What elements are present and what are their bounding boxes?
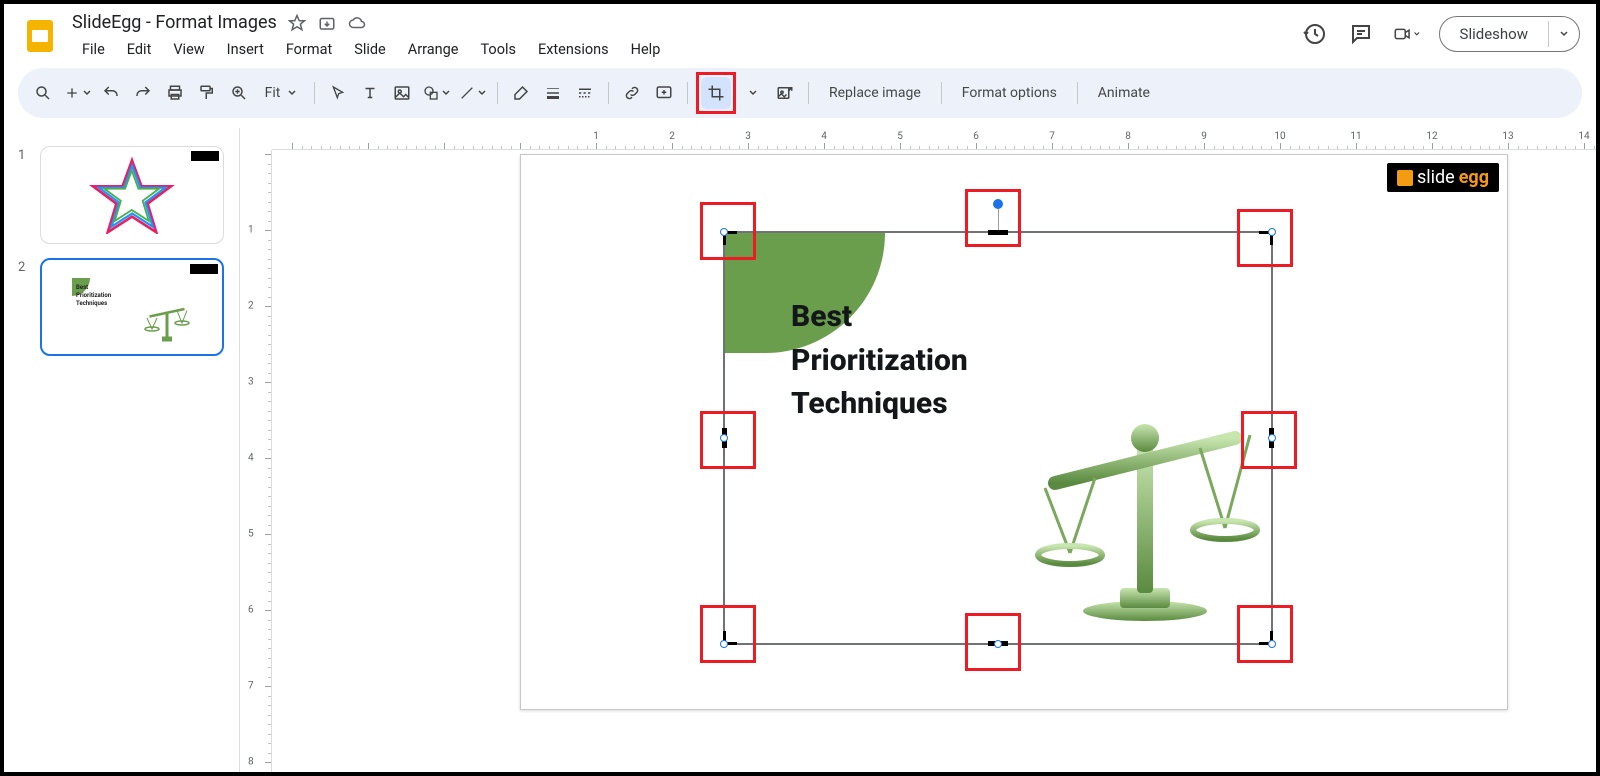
- border-color-icon[interactable]: [506, 77, 536, 109]
- red-annot-top: [965, 189, 1021, 247]
- menu-format[interactable]: Format: [276, 37, 342, 62]
- crop-highlight: [696, 72, 736, 114]
- scales-icon: [1025, 393, 1265, 623]
- thumbnail-panel[interactable]: 1 2 BestPrioritizationTechniques: [4, 128, 236, 772]
- red-annot-br: [1237, 605, 1293, 663]
- red-annot-tl: [700, 202, 756, 260]
- mini-logo: [190, 264, 218, 274]
- doc-title[interactable]: SlideEgg - Format Images: [72, 12, 277, 33]
- red-annot-bl: [700, 605, 756, 663]
- mini-star-icon: [87, 156, 177, 234]
- crop-selection[interactable]: Best Prioritization Techniques: [723, 231, 1273, 645]
- meet-icon[interactable]: [1393, 20, 1421, 48]
- separator: [941, 82, 942, 104]
- red-annot-right: [1241, 411, 1297, 469]
- slideshow-main[interactable]: Slideshow: [1440, 17, 1548, 51]
- thumb-num: 2: [18, 258, 32, 356]
- canvas-area: 1234567891011121314 12345678 slideegg: [244, 128, 1596, 772]
- separator: [497, 82, 498, 104]
- shape-icon[interactable]: [419, 77, 453, 109]
- app: SlideEgg - Format Images File Edit View …: [4, 4, 1596, 772]
- thumb-row-2: 2 BestPrioritizationTechniques: [18, 258, 224, 356]
- thumb-row-1: 1: [18, 146, 224, 244]
- zoom-icon[interactable]: [224, 77, 254, 109]
- paint-format-icon[interactable]: [192, 77, 222, 109]
- slideshow-button: Slideshow: [1439, 16, 1580, 52]
- thumb-num: 1: [18, 146, 32, 244]
- move-icon[interactable]: [317, 13, 337, 33]
- comment-icon[interactable]: [649, 77, 679, 109]
- star-icon[interactable]: [287, 13, 307, 33]
- textbox-icon[interactable]: [355, 77, 385, 109]
- main: 1 2 BestPrioritizationTechniques: [4, 128, 1596, 772]
- ruler-horizontal[interactable]: 1234567891011121314: [272, 128, 1596, 150]
- chat-icon[interactable]: [1347, 20, 1375, 48]
- red-annot-tr: [1237, 209, 1293, 267]
- mini-logo: [191, 151, 219, 161]
- menu-bar: File Edit View Insert Format Slide Arran…: [72, 37, 1289, 62]
- redo-icon[interactable]: [128, 77, 158, 109]
- splitter[interactable]: [236, 128, 244, 772]
- mask-dropdown-icon[interactable]: [738, 77, 768, 109]
- menu-help[interactable]: Help: [621, 37, 671, 62]
- slideegg-logo: slideegg: [1387, 163, 1499, 192]
- logo-text-egg: egg: [1459, 167, 1489, 188]
- ruler-vertical[interactable]: 12345678: [244, 150, 272, 772]
- red-annot-left: [700, 411, 756, 469]
- link-icon[interactable]: [617, 77, 647, 109]
- select-icon[interactable]: [323, 77, 353, 109]
- slideshow-dropdown[interactable]: [1548, 21, 1579, 47]
- separator: [314, 82, 315, 104]
- titlebar: SlideEgg - Format Images File Edit View …: [4, 4, 1596, 62]
- title-center: SlideEgg - Format Images File Edit View …: [72, 12, 1289, 62]
- mini-text: BestPrioritizationTechniques: [76, 284, 111, 307]
- separator: [1077, 82, 1078, 104]
- crop-icon[interactable]: [701, 77, 731, 109]
- animate-button[interactable]: Animate: [1086, 77, 1162, 109]
- line-icon[interactable]: [455, 77, 489, 109]
- mini-scales-icon: [142, 304, 192, 344]
- title-right: Slideshow: [1301, 12, 1580, 52]
- slide-viewport[interactable]: slideegg Best Prioritization Techniques: [272, 150, 1596, 772]
- toolbar: Fit Replace image Format options: [18, 68, 1582, 118]
- reset-image-icon[interactable]: [770, 77, 800, 109]
- menu-insert[interactable]: Insert: [217, 37, 274, 62]
- slide-thumb-1[interactable]: [40, 146, 224, 244]
- new-slide-button[interactable]: [60, 77, 94, 109]
- slides-logo[interactable]: [20, 12, 60, 60]
- toolbar-wrap: Fit Replace image Format options: [4, 62, 1596, 128]
- menu-file[interactable]: File: [72, 37, 115, 62]
- zoom-select[interactable]: Fit: [256, 77, 306, 109]
- menu-tools[interactable]: Tools: [470, 37, 526, 62]
- print-icon[interactable]: [160, 77, 190, 109]
- menu-edit[interactable]: Edit: [117, 37, 162, 62]
- heading-line-1: Best: [791, 295, 968, 339]
- menu-view[interactable]: View: [163, 37, 214, 62]
- slide-heading: Best Prioritization Techniques: [791, 295, 968, 426]
- menu-arrange[interactable]: Arrange: [398, 37, 469, 62]
- undo-icon[interactable]: [96, 77, 126, 109]
- heading-line-2: Prioritization: [791, 339, 968, 383]
- logo-square-icon: [1397, 170, 1413, 186]
- border-weight-icon[interactable]: [538, 77, 568, 109]
- cloud-icon[interactable]: [347, 13, 367, 33]
- slide-thumb-2[interactable]: BestPrioritizationTechniques: [40, 258, 224, 356]
- heading-line-3: Techniques: [791, 382, 968, 426]
- border-dash-icon[interactable]: [570, 77, 600, 109]
- zoom-value: Fit: [265, 85, 281, 101]
- image-icon[interactable]: [387, 77, 417, 109]
- menu-slide[interactable]: Slide: [344, 37, 396, 62]
- slide-canvas[interactable]: slideegg Best Prioritization Techniques: [520, 154, 1508, 710]
- menu-extensions[interactable]: Extensions: [528, 37, 619, 62]
- logo-text-slide: slide: [1417, 167, 1455, 188]
- search-menus-icon[interactable]: [28, 77, 58, 109]
- format-options-button[interactable]: Format options: [950, 77, 1069, 109]
- history-icon[interactable]: [1301, 20, 1329, 48]
- replace-image-button[interactable]: Replace image: [817, 77, 933, 109]
- crop-content: Best Prioritization Techniques: [725, 233, 1271, 643]
- separator: [808, 82, 809, 104]
- red-annot-bottom: [965, 613, 1021, 671]
- separator: [608, 82, 609, 104]
- separator: [687, 82, 688, 104]
